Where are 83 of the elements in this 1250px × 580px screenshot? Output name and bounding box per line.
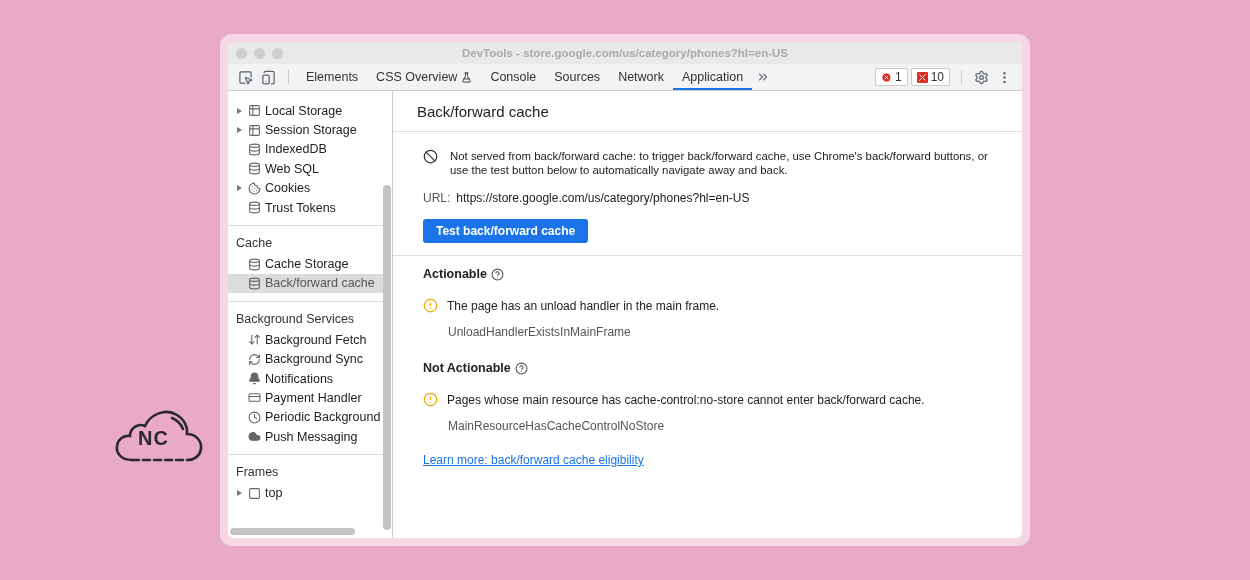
test-button[interactable]: Test back/forward cache bbox=[423, 219, 589, 243]
scrollbar-thumb[interactable] bbox=[230, 528, 355, 535]
item-label: Cache Storage bbox=[265, 257, 349, 272]
database-icon bbox=[248, 162, 261, 176]
error-icon bbox=[880, 71, 892, 83]
item-label: Periodic Background bbox=[265, 410, 381, 425]
sidebar-item[interactable]: Payment Handler bbox=[228, 388, 383, 408]
issue-counter[interactable]: 10 bbox=[910, 68, 950, 86]
scrollbar-thumb[interactable] bbox=[383, 185, 391, 530]
section-heading: Frames bbox=[235, 464, 280, 482]
url-label: URL: bbox=[423, 191, 451, 205]
item-label: Trust Tokens bbox=[265, 200, 336, 215]
reason-text: Pages whose main resource has cache-control:no-store cannot enter back/forward cache. bbox=[447, 392, 925, 407]
panel-tab[interactable]: Sources bbox=[545, 64, 610, 90]
reason-code: MainResourceHasCacheControlNoStore bbox=[447, 419, 666, 433]
sidebar-item[interactable]: top bbox=[228, 483, 383, 503]
item-label: Back/forward cache bbox=[265, 276, 375, 291]
sidebar-item[interactable]: Push Messaging bbox=[228, 427, 383, 447]
help-icon[interactable] bbox=[490, 267, 504, 281]
blocked-icon bbox=[423, 149, 438, 164]
logo-text: NC bbox=[138, 427, 169, 450]
sidebar-item[interactable]: Notifications bbox=[228, 368, 383, 389]
frame-icon bbox=[248, 486, 261, 500]
warning-icon bbox=[423, 392, 438, 407]
sidebar-item[interactable]: Periodic Background bbox=[228, 407, 383, 428]
expand-triangle-icon[interactable] bbox=[237, 107, 242, 114]
item-label: Local Storage bbox=[265, 103, 343, 118]
item-label: top bbox=[265, 486, 283, 501]
sidebar-item[interactable]: Background Sync bbox=[228, 349, 383, 369]
sidebar-item[interactable]: IndexedDB bbox=[228, 139, 383, 160]
panel-tab[interactable]: Elements bbox=[297, 64, 368, 90]
sidebar-item[interactable]: Background Fetch bbox=[228, 330, 383, 350]
group-heading: Actionable bbox=[423, 267, 487, 281]
sidebar-item[interactable]: Session Storage bbox=[228, 120, 383, 140]
item-label: IndexedDB bbox=[265, 142, 327, 157]
url-text: https://store.google.com/us/category/phones?hl=en-US bbox=[456, 191, 750, 205]
sidebar-item[interactable]: Trust Tokens bbox=[228, 197, 383, 218]
warning-icon bbox=[423, 298, 438, 313]
expand-triangle-icon[interactable] bbox=[237, 490, 242, 497]
panel-tab[interactable]: Network bbox=[609, 64, 673, 90]
section-heading: Cache bbox=[235, 235, 274, 253]
item-label: Web SQL bbox=[265, 161, 319, 176]
sidebar-item[interactable]: Back/forward cache bbox=[228, 273, 383, 294]
clock-icon bbox=[248, 410, 261, 424]
database-icon bbox=[248, 142, 261, 156]
expand-triangle-icon[interactable] bbox=[237, 185, 242, 192]
issue-flag-icon bbox=[916, 71, 928, 83]
reason-text: The page has an unload handler in the main frame. bbox=[447, 298, 720, 313]
expand-triangle-icon[interactable] bbox=[237, 127, 242, 134]
window-title: DevTools - store.google.com/us/category/phones?hl=en-US bbox=[461, 47, 789, 59]
item-label: Payment Handler bbox=[265, 391, 362, 405]
item-label: Push Messaging bbox=[265, 429, 358, 444]
panel-title: Back/forward cache bbox=[393, 91, 1022, 132]
panel-tab[interactable]: Application bbox=[672, 64, 753, 90]
sidebar-item[interactable]: Cache Storage bbox=[228, 254, 383, 274]
group-heading: Not Actionable bbox=[423, 361, 511, 375]
error-counter[interactable]: 1 bbox=[874, 68, 908, 86]
notice-text: Not served from back/forward cache: to trigger back/forward cache, use Chrome's back/forward buttons, or use the test button below to automatically navigate away and back. bbox=[450, 149, 989, 177]
item-label: Notifications bbox=[265, 371, 334, 386]
cloud-icon bbox=[248, 430, 261, 444]
database-icon bbox=[248, 276, 261, 290]
card-icon bbox=[248, 391, 261, 405]
cookie-icon bbox=[248, 181, 261, 195]
panel-tab[interactable]: Console bbox=[481, 64, 546, 90]
reason-code: UnloadHandlerExistsInMainFrame bbox=[447, 325, 632, 339]
sidebar-item[interactable]: Web SQL bbox=[228, 159, 383, 179]
grid-icon bbox=[248, 104, 261, 118]
sidebar-item[interactable]: Cookies bbox=[228, 178, 383, 198]
up-down-arrows-icon bbox=[248, 333, 261, 347]
database-icon bbox=[248, 257, 261, 271]
item-label: Background Sync bbox=[265, 352, 363, 367]
item-label: Session Storage bbox=[265, 123, 357, 138]
learn-more-link[interactable]: Learn more: back/forward cache eligibility bbox=[423, 453, 644, 467]
database-icon bbox=[248, 201, 261, 215]
item-label: Cookies bbox=[265, 181, 311, 196]
panel-tab[interactable]: CSS Overview bbox=[367, 64, 482, 90]
sync-icon bbox=[248, 352, 261, 366]
bell-icon bbox=[248, 372, 261, 386]
grid-icon bbox=[248, 123, 261, 137]
help-icon[interactable] bbox=[514, 361, 528, 375]
item-label: Background Fetch bbox=[265, 332, 367, 347]
sidebar-item[interactable]: Local Storage bbox=[228, 101, 383, 121]
section-heading: Background Services bbox=[235, 311, 356, 329]
